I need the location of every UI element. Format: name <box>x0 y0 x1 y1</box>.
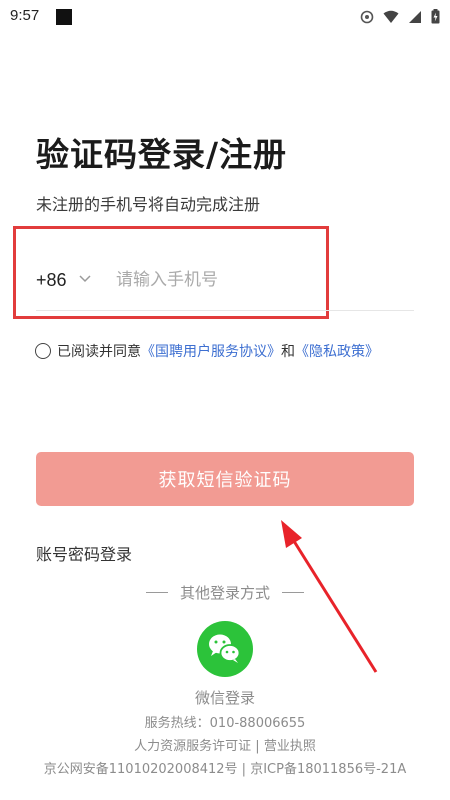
divider-line-right <box>282 592 304 593</box>
service-agreement-link[interactable]: 《国聘用户服务协议》 <box>141 341 281 361</box>
wechat-icon[interactable] <box>197 621 253 677</box>
divider-line-left <box>145 592 168 593</box>
service-hotline: 服务热线：010-88006655 <box>144 716 306 731</box>
license-links[interactable]: 人力资源服务许可证 | 营业执照 <box>0 735 450 754</box>
agreement-prefix: 已阅读并同意 <box>57 344 141 360</box>
other-login-label: 其他登录方式 <box>179 584 270 602</box>
icp-record: 京公网安备11010202008412号 | 京ICP备18011856号-21… <box>43 762 407 777</box>
other-login-divider: 其他登录方式 <box>0 582 450 603</box>
status-bar: 9:57 <box>0 0 450 34</box>
privacy-policy-link[interactable]: 《隐私政策》 <box>295 341 379 361</box>
page-title: 验证码登录/注册 <box>36 135 288 174</box>
phone-number-input[interactable] <box>116 266 406 294</box>
agreement-row: 已阅读并同意 《国聘用户服务协议》 和 《隐私政策》 <box>35 341 379 361</box>
wifi-icon <box>383 10 399 23</box>
annotation-arrow-icon <box>281 520 378 673</box>
status-icons <box>360 9 440 24</box>
signal-icon <box>409 10 421 23</box>
notification-icon <box>56 9 72 25</box>
battery-icon <box>431 9 440 24</box>
input-divider <box>36 310 414 311</box>
get-sms-code-button[interactable]: 获取短信验证码 <box>36 452 414 506</box>
agreement-and: 和 <box>281 344 295 360</box>
agreement-checkbox[interactable] <box>35 343 51 359</box>
chevron-down-icon[interactable] <box>78 272 92 286</box>
status-time: 9:57 <box>10 7 40 24</box>
settings-gear-icon <box>360 10 374 23</box>
country-code-selector[interactable]: +86 <box>36 270 67 291</box>
page-subtitle: 未注册的手机号将自动完成注册 <box>36 195 261 214</box>
account-password-login-link[interactable]: 账号密码登录 <box>36 541 132 565</box>
wechat-login-label[interactable]: 微信登录 <box>0 687 450 708</box>
